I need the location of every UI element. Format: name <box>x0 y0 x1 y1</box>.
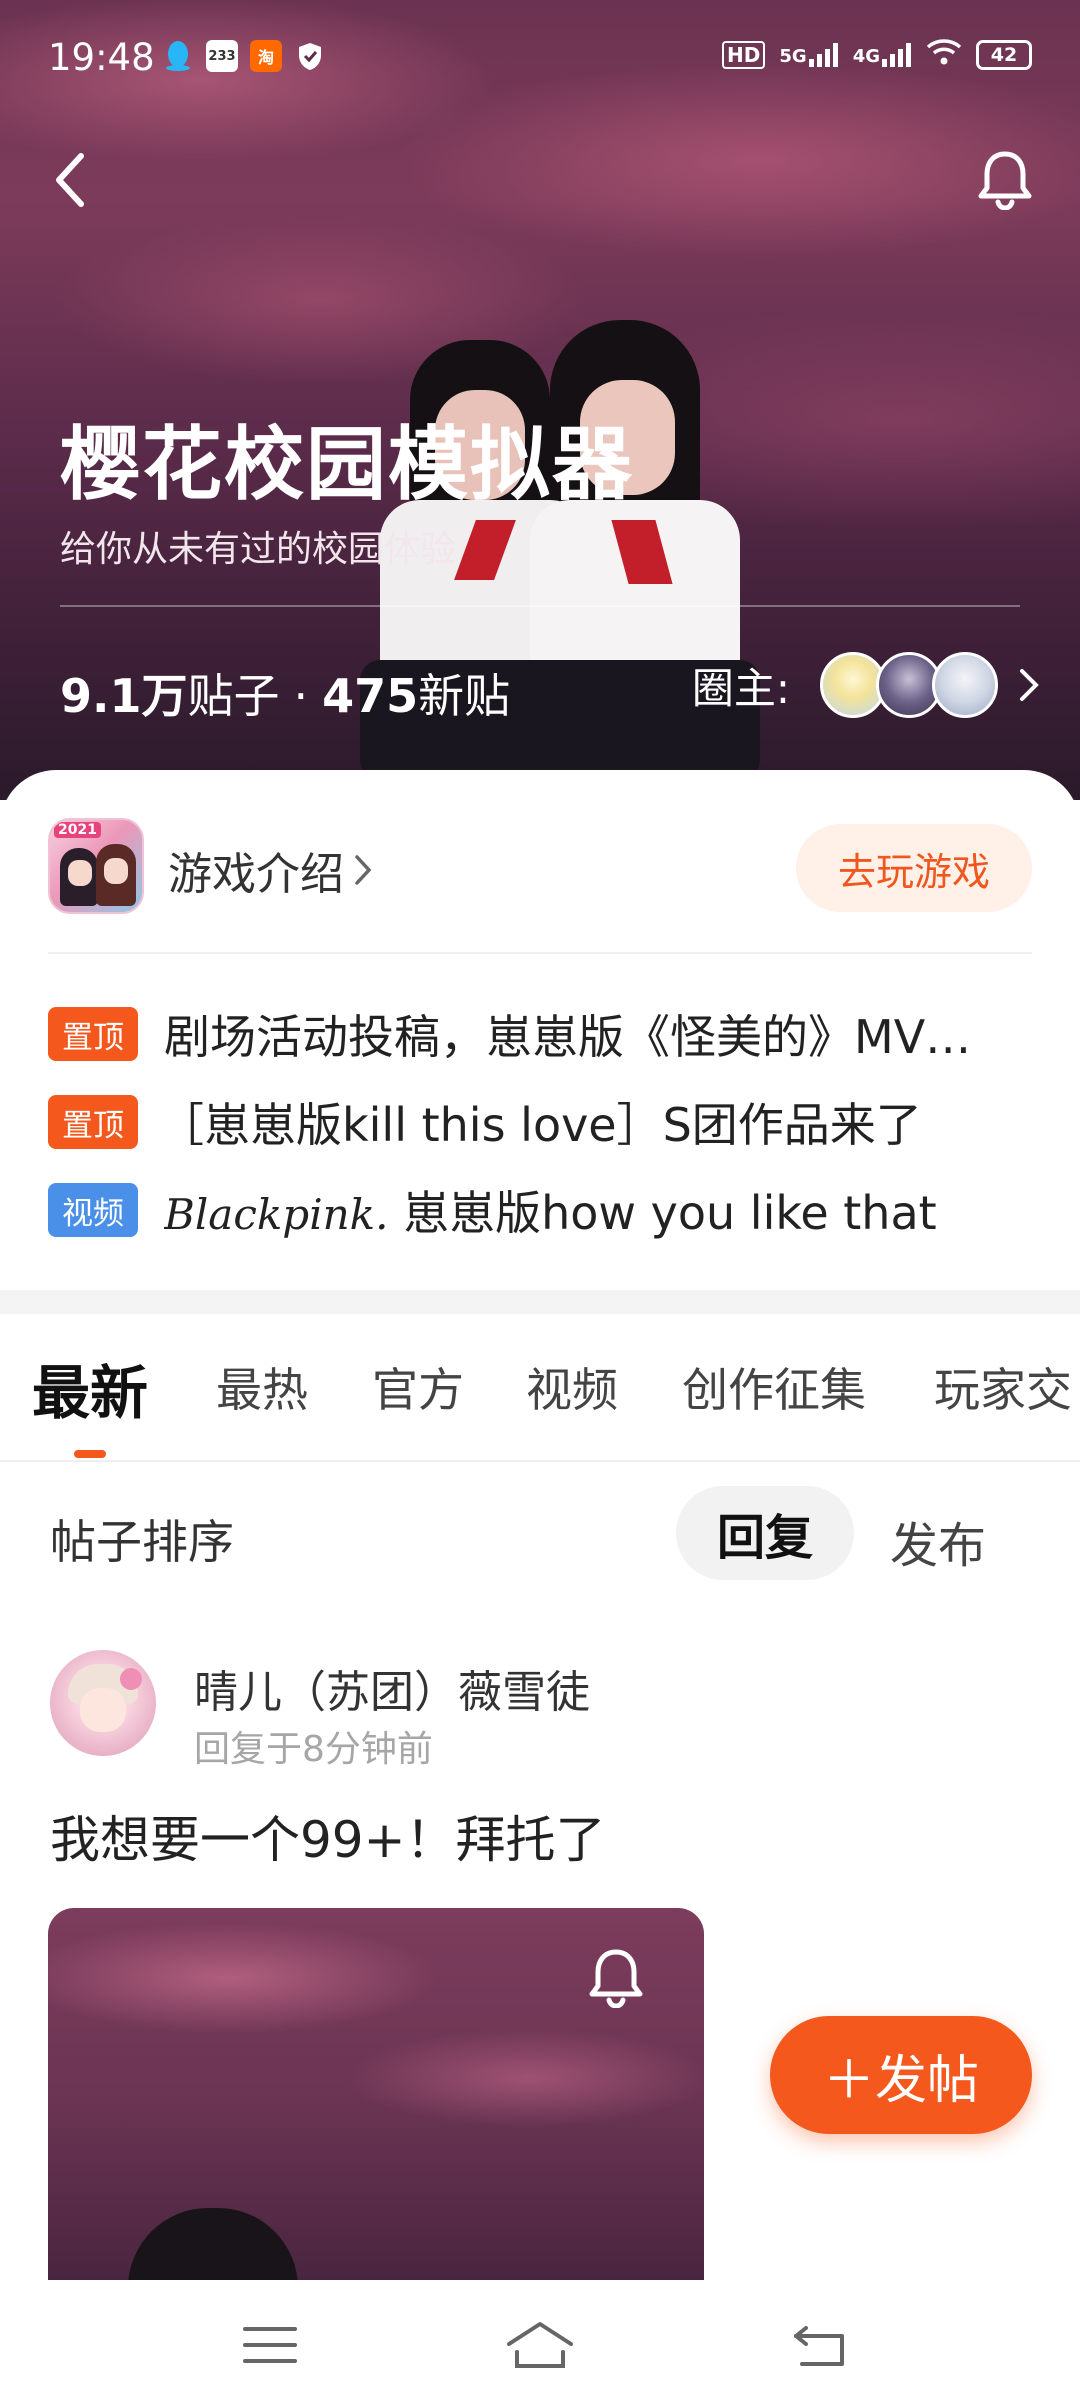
pinned-post-2[interactable]: 置顶 ［崽崽版kill this love］S团作品来了 <box>48 1090 1038 1154</box>
back-nav-icon <box>794 2326 844 2366</box>
circle-info-card: 2021 游戏介绍 去玩游戏 置顶 剧场活动投稿，崽崽版《怪美的》MV… 置顶 … <box>0 770 1080 1290</box>
posts-count: 9.1万 <box>60 669 188 723</box>
tab-bar: 最新 最热 官方 视频 创作征集 玩家交 <box>0 1314 1080 1462</box>
hero-banner: 19:48 233 淘 HD 5G 4G 42 樱花校园模拟器 给你从未有过的校… <box>0 0 1080 800</box>
new-posts-label: 新贴 <box>418 669 511 723</box>
pinned-post-title: ［崽崽版kill this love］S团作品来了 <box>158 1098 922 1152</box>
divider <box>48 952 1032 954</box>
recent-apps-button[interactable] <box>230 2310 310 2380</box>
play-game-button[interactable]: 去玩游戏 <box>796 824 1032 912</box>
notification-bell-button[interactable] <box>970 145 1040 215</box>
circle-title: 樱花校园模拟器 <box>60 418 634 511</box>
game-intro-label: 游戏介绍 <box>168 849 344 900</box>
circle-subtitle: 给你从未有过的校园体验 <box>60 529 457 570</box>
tab-official[interactable]: 官方 <box>372 1354 464 1420</box>
pinned-post-title: 剧场活动投稿，崽崽版《怪美的》MV… <box>164 1010 972 1064</box>
video-tag: 视频 <box>48 1183 138 1237</box>
circle-owners[interactable]: 圈主: <box>692 652 1040 718</box>
shield-icon <box>294 40 326 72</box>
menu-icon <box>243 2327 297 2363</box>
home-icon <box>507 2322 573 2368</box>
chevron-right-icon <box>1020 669 1039 701</box>
stats-separator: · <box>293 669 309 723</box>
posts-label: 贴子 <box>187 669 280 723</box>
back-button[interactable] <box>40 150 100 210</box>
bell-icon <box>978 151 1032 210</box>
post-item[interactable]: 晴儿（苏团）薇雪徒 回复于8分钟前 我想要一个99+！拜托了 <box>0 1640 1080 2280</box>
pinned-tag: 置顶 <box>48 1007 138 1061</box>
bell-icon <box>589 1949 643 2008</box>
status-bar: 19:48 233 淘 HD 5G 4G 42 <box>0 0 1080 120</box>
pinned-post-title-rest: 崽崽版how you like that <box>388 1186 937 1240</box>
avatar[interactable] <box>50 1650 156 1756</box>
post-body: 我想要一个99+！拜托了 <box>50 1811 606 1869</box>
section-separator <box>0 1290 1080 1314</box>
new-post-button[interactable]: ＋发帖 <box>770 2016 1032 2134</box>
pinned-post-title: Blackpink. 崽崽版how you like that <box>164 1177 937 1243</box>
chevron-right-icon <box>355 855 372 885</box>
tab-video[interactable]: 视频 <box>526 1354 618 1420</box>
circle-stats: 9.1万 贴子 · 475 新贴 <box>60 660 510 726</box>
qq-icon <box>162 40 194 72</box>
home-button[interactable] <box>500 2310 580 2380</box>
new-posts-count: 475 <box>322 669 419 723</box>
hd-signal-label: HD <box>722 41 766 69</box>
wifi-icon <box>926 38 962 72</box>
game-icon-year: 2021 <box>54 822 101 838</box>
pinned-tag: 置顶 <box>48 1095 138 1149</box>
owners-label: 圈主: <box>691 663 790 713</box>
tab-hot[interactable]: 最热 <box>216 1354 308 1420</box>
status-time: 19:48 <box>48 36 155 79</box>
back-arrow-icon <box>56 153 84 207</box>
battery-indicator: 42 <box>976 40 1032 70</box>
signal-5g: 5G <box>779 43 838 67</box>
tab-latest[interactable]: 最新 <box>32 1346 148 1430</box>
app-233-icon: 233 <box>206 40 238 72</box>
post-username[interactable]: 晴儿（苏团）薇雪徒 <box>194 1656 590 1720</box>
system-nav-bar <box>0 2280 1080 2408</box>
pinned-post-script: Blackpink. <box>164 1190 389 1239</box>
pinned-post-1[interactable]: 置顶 剧场活动投稿，崽崽版《怪美的》MV… <box>48 1002 1038 1066</box>
notification-icons: 233 淘 <box>162 40 326 72</box>
sort-by-reply-button[interactable]: 回复 <box>676 1486 854 1580</box>
tab-creation[interactable]: 创作征集 <box>682 1354 866 1420</box>
sort-by-publish-button[interactable]: 发布 <box>890 1506 986 1576</box>
active-tab-indicator <box>74 1450 106 1458</box>
tab-player-exchange[interactable]: 玩家交 <box>934 1354 1072 1420</box>
owner-avatar[interactable] <box>932 652 998 718</box>
back-nav-button[interactable] <box>780 2310 860 2380</box>
pinned-post-3[interactable]: 视频 Blackpink. 崽崽版how you like that <box>48 1178 1038 1242</box>
game-icon[interactable]: 2021 <box>48 818 144 914</box>
status-right: HD 5G 4G 42 <box>722 38 1032 72</box>
post-image[interactable] <box>48 1908 704 2280</box>
post-time: 回复于8分钟前 <box>194 1729 433 1770</box>
taobao-icon: 淘 <box>250 40 282 72</box>
game-row: 2021 游戏介绍 去玩游戏 <box>48 818 1032 914</box>
sort-label: 帖子排序 <box>50 1515 234 1569</box>
signal-4g: 4G <box>853 43 912 67</box>
hero-divider <box>60 605 1020 607</box>
sort-row: 帖子排序 回复 发布 <box>0 1462 1080 1612</box>
game-intro-link[interactable]: 游戏介绍 <box>168 838 374 902</box>
